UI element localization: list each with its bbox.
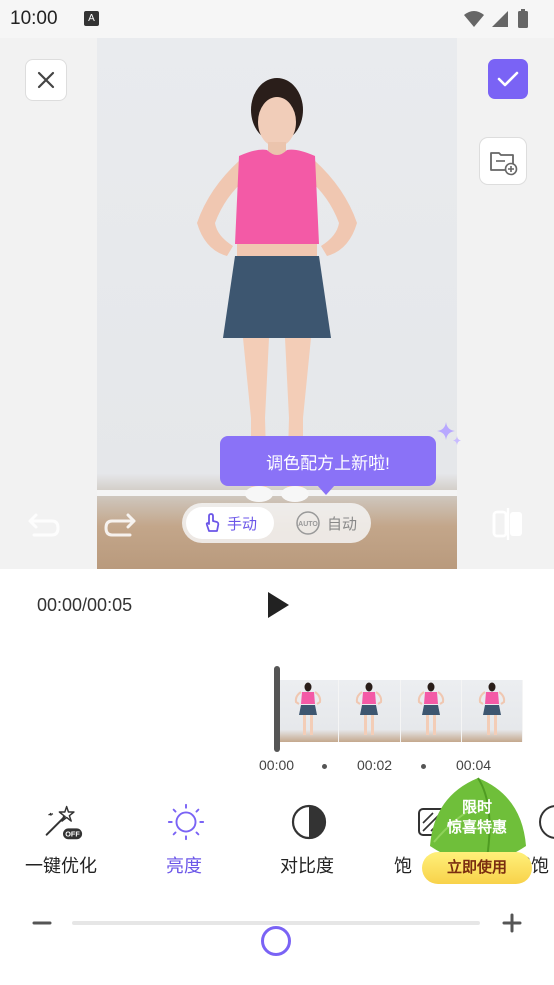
plus-icon bbox=[502, 913, 522, 933]
tool-contrast[interactable]: 对比度 bbox=[262, 798, 352, 888]
timeline-tick: 00:00 bbox=[259, 757, 295, 773]
save-recipe-button[interactable] bbox=[479, 137, 527, 185]
undo-icon bbox=[28, 513, 60, 537]
sparkle-icon bbox=[437, 422, 461, 445]
tool-label: 一键优化 bbox=[25, 856, 97, 876]
timeline-playhead[interactable] bbox=[274, 666, 280, 752]
compare-button[interactable] bbox=[488, 504, 528, 544]
compare-icon bbox=[492, 508, 522, 540]
promo-line1: 限时 bbox=[461, 799, 492, 816]
contrast-icon bbox=[289, 802, 329, 842]
close-button[interactable] bbox=[25, 59, 67, 101]
tool-label: 亮度 bbox=[166, 856, 202, 876]
tool-brightness[interactable]: 亮度 bbox=[139, 798, 229, 888]
play-icon bbox=[268, 592, 289, 618]
timeline-frame bbox=[339, 680, 401, 742]
new-recipe-tooltip[interactable]: 调色配方上新啦! bbox=[220, 436, 436, 495]
magic-wand-off-icon: OFF bbox=[43, 802, 83, 842]
preview-area: 调色配方上新啦! 手动 AUTO 自动 bbox=[0, 38, 554, 569]
minus-icon bbox=[32, 921, 52, 925]
check-icon bbox=[497, 71, 519, 87]
timeline-tick: 00:02 bbox=[357, 757, 393, 773]
tool-auto-enhance[interactable]: OFF 一键优化 bbox=[16, 798, 106, 888]
promo-line2: 惊喜特惠 bbox=[446, 819, 507, 836]
timeline-frame bbox=[400, 680, 462, 742]
redo-button[interactable] bbox=[100, 506, 140, 542]
svg-text:AUTO: AUTO bbox=[298, 521, 318, 528]
manual-mode-button[interactable]: 手动 bbox=[186, 507, 274, 539]
decrease-button[interactable] bbox=[30, 911, 54, 935]
undo-button[interactable] bbox=[24, 506, 64, 542]
play-button[interactable] bbox=[262, 589, 294, 621]
confirm-button[interactable] bbox=[488, 59, 528, 99]
timeline-tick: 00:04 bbox=[456, 757, 492, 773]
timeline-tick-dot bbox=[322, 764, 327, 769]
notification-icon: A bbox=[84, 11, 99, 26]
signal-icon bbox=[492, 11, 508, 27]
timeline-frame bbox=[278, 680, 340, 742]
auto-mode-label: 自动 bbox=[326, 515, 357, 533]
timecode: 00:00/00:05 bbox=[37, 595, 133, 615]
slider-thumb[interactable] bbox=[261, 926, 291, 956]
hand-pointer-icon bbox=[205, 513, 220, 532]
tool-label: 对比度 bbox=[280, 856, 334, 876]
status-time: 10:00 bbox=[10, 8, 58, 29]
increase-button[interactable] bbox=[500, 911, 524, 935]
status-bar: 10:00 A bbox=[0, 0, 554, 38]
wifi-icon bbox=[464, 11, 484, 27]
natural-saturation-icon bbox=[536, 802, 554, 842]
auto-mode-button[interactable]: AUTO 自动 bbox=[284, 507, 368, 539]
close-icon bbox=[37, 71, 55, 89]
promo-use-now-button[interactable]: 立即使用 bbox=[422, 852, 532, 884]
manual-mode-label: 手动 bbox=[226, 515, 257, 533]
promo-text: 限时 惊喜特惠 bbox=[434, 798, 520, 838]
slider-track[interactable] bbox=[72, 921, 480, 956]
auto-icon: AUTO bbox=[296, 511, 320, 535]
folder-add-icon bbox=[490, 152, 518, 176]
mode-toggle: 手动 AUTO 自动 bbox=[182, 503, 371, 543]
timeline-frame bbox=[461, 680, 523, 742]
photo-preview bbox=[97, 38, 457, 569]
status-icons bbox=[462, 9, 542, 34]
brightness-icon bbox=[166, 802, 206, 842]
svg-text:OFF: OFF bbox=[65, 830, 80, 839]
timeline-frames[interactable] bbox=[278, 680, 523, 742]
redo-icon bbox=[104, 513, 136, 537]
brightness-slider[interactable] bbox=[30, 903, 524, 956]
timeline-tick-dot bbox=[421, 764, 426, 769]
promo-badge[interactable]: 限时 惊喜特惠 立即使用 bbox=[418, 776, 534, 886]
battery-icon bbox=[518, 11, 528, 28]
